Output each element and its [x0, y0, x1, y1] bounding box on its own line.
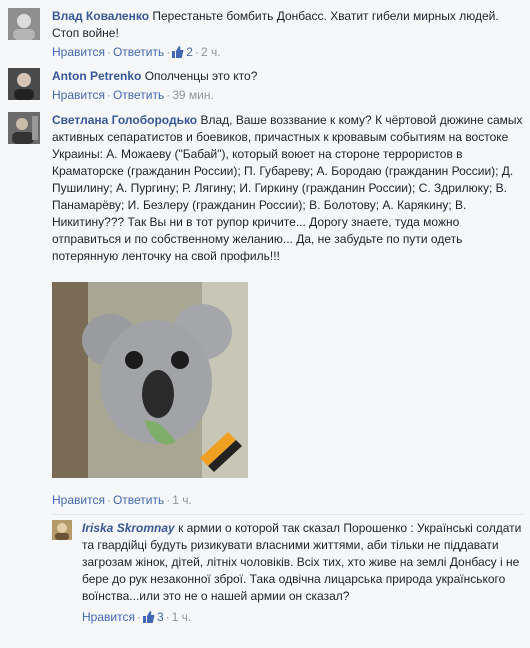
like-link[interactable]: Нравится: [82, 610, 135, 624]
divider: [52, 514, 524, 515]
likes-count[interactable]: 3: [157, 610, 164, 624]
like-link[interactable]: Нравится: [52, 45, 105, 59]
reply-link[interactable]: Ответить: [113, 88, 164, 102]
comment: Светлана Голобородько Влад, Ваше воззван…: [8, 112, 524, 512]
comment-actions: Нравится · Ответить · 2 · 2 ч.: [52, 45, 221, 59]
likes-count[interactable]: 2: [186, 45, 193, 59]
comment-text: Влад, Ваше воззвание к кому? К чёртовой …: [52, 113, 523, 263]
comment: Влад Коваленко Перестаньте бомбить Донба…: [8, 8, 524, 68]
like-link[interactable]: Нравится: [52, 493, 105, 507]
timestamp[interactable]: 2 ч.: [201, 45, 221, 59]
koala-image: [52, 282, 248, 478]
comment-body: Светлана Голобородько Влад, Ваше воззван…: [52, 112, 524, 265]
reply-comment: Iriska Skromnay к армии о которой так ск…: [52, 520, 524, 644]
reply-link[interactable]: Ответить: [113, 493, 164, 507]
comment-body: Anton Petrenko Ополченцы это кто? Нравит…: [52, 68, 524, 104]
comment-author[interactable]: Светлана Голобородько: [52, 113, 197, 127]
comment-author[interactable]: Влад Коваленко: [52, 9, 149, 23]
comment: Anton Petrenko Ополченцы это кто? Нравит…: [8, 68, 524, 112]
avatar[interactable]: [8, 68, 40, 100]
timestamp[interactable]: 1 ч.: [172, 610, 192, 624]
comment-author[interactable]: Anton Petrenko: [52, 69, 141, 83]
avatar[interactable]: [52, 520, 72, 540]
comment-actions: Нравится · Ответить · 1 ч.: [52, 493, 192, 507]
avatar[interactable]: [8, 8, 40, 40]
comment-body: Влад Коваленко Перестаньте бомбить Донба…: [52, 8, 524, 61]
avatar[interactable]: [8, 112, 40, 144]
comment-text: Ополченцы это кто?: [144, 69, 258, 83]
comment-body: Iriska Skromnay к армии о которой так ск…: [82, 520, 524, 626]
comment-actions: Нравится · Ответить · 39 мин.: [52, 88, 214, 102]
like-link[interactable]: Нравится: [52, 88, 105, 102]
comment-image[interactable]: [52, 282, 248, 478]
thumbs-up-icon: [172, 46, 184, 58]
timestamp[interactable]: 39 мин.: [172, 88, 214, 102]
comment-actions: Нравится · 3 · 1 ч.: [82, 610, 192, 624]
thumbs-up-icon: [142, 611, 155, 623]
comment-author[interactable]: Iriska Skromnay: [82, 521, 175, 535]
timestamp[interactable]: 1 ч.: [172, 493, 192, 507]
reply-link[interactable]: Ответить: [113, 45, 164, 59]
